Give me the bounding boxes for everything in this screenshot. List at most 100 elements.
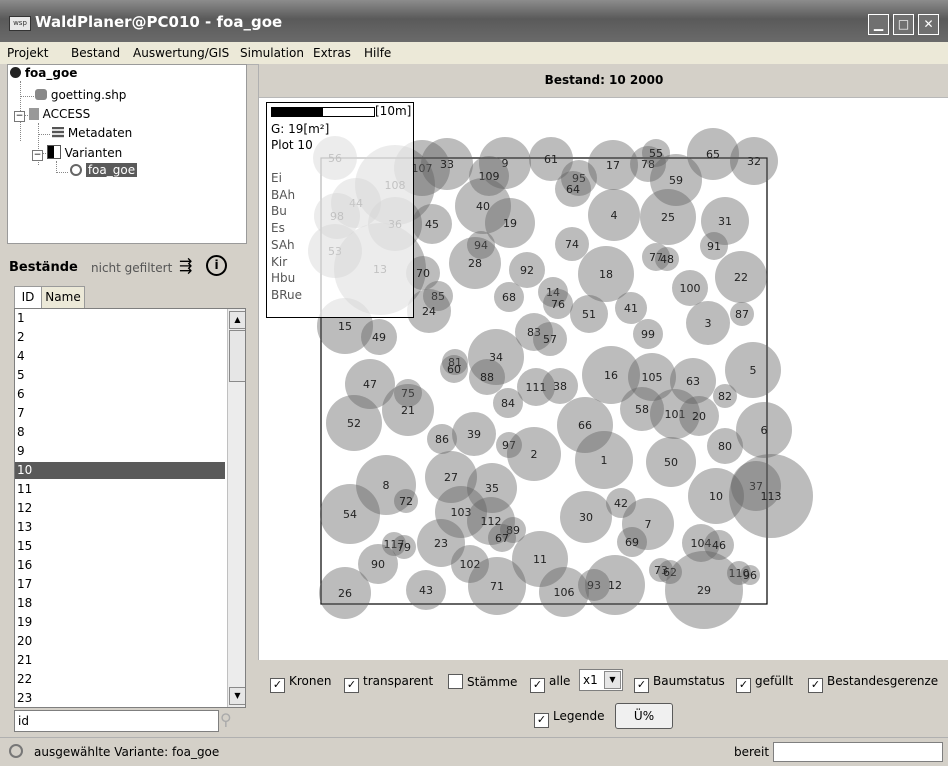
zoom-select[interactable]: x1 ▼ <box>579 669 623 691</box>
tab-name[interactable]: Name <box>41 286 85 308</box>
tree-label-90: 90 <box>371 558 385 571</box>
bestaende-title: Bestände <box>9 260 78 275</box>
tree-access[interactable]: − ACCESS <box>14 107 90 122</box>
list-item[interactable]: 20 <box>17 633 221 650</box>
tree-label-29: 29 <box>697 584 711 597</box>
tab-id[interactable]: ID <box>14 286 42 308</box>
list-item[interactable]: 6 <box>17 386 221 403</box>
list-item[interactable]: 5 <box>17 367 221 384</box>
staemme-checkbox[interactable]: Stämme <box>448 674 517 689</box>
tree-label-24: 24 <box>422 305 436 318</box>
list-item[interactable]: 19 <box>17 614 221 631</box>
menu-bestand[interactable]: Bestand <box>71 46 120 60</box>
bestandesgrenze-checkbox[interactable]: ✓ Bestandesgerenze <box>808 674 938 693</box>
menu-simulation[interactable]: Simulation <box>240 46 304 60</box>
tree-label-79: 79 <box>397 541 411 554</box>
baumstatus-checkbox[interactable]: ✓ Baumstatus <box>634 674 725 693</box>
tree-label-59: 59 <box>669 174 683 187</box>
tree-label-19: 19 <box>503 217 517 230</box>
list-item[interactable]: 7 <box>17 405 221 422</box>
tree-label-86: 86 <box>435 433 449 446</box>
search-icon[interactable]: ⚲ <box>220 710 232 729</box>
tree-label-60: 60 <box>447 363 461 376</box>
menu-auswertung[interactable]: Auswertung/GIS <box>133 46 229 60</box>
window-title: WaldPlaner@PC010 - foa_goe <box>35 13 283 31</box>
list-item[interactable]: 17 <box>17 576 221 593</box>
maximize-button[interactable]: □ <box>893 14 914 35</box>
scroll-thumb[interactable] <box>229 330 245 382</box>
list-item[interactable]: 10 <box>15 462 225 479</box>
status-variant: ausgewählte Variante: foa_goe <box>34 745 220 759</box>
list-item[interactable]: 23 <box>17 690 221 707</box>
list-item[interactable]: 2 <box>17 329 221 346</box>
list-item[interactable]: 16 <box>17 557 221 574</box>
tree-label-63: 63 <box>686 375 700 388</box>
info-icon[interactable]: i <box>206 255 227 276</box>
tree-varianten[interactable]: − Varianten <box>32 145 122 161</box>
species-legend-item: Bu <box>271 204 287 219</box>
tree-label-61: 61 <box>544 153 558 166</box>
tree-label-105: 105 <box>642 371 663 384</box>
tree-label-76: 76 <box>551 298 565 311</box>
menu-hilfe[interactable]: Hilfe <box>364 46 391 60</box>
list-item[interactable]: 12 <box>17 500 221 517</box>
plot-label: Plot 10 <box>271 138 313 152</box>
scroll-up-icon[interactable]: ▲ <box>229 311 245 329</box>
filter-icon[interactable]: ⇶ <box>179 256 192 275</box>
search-input[interactable]: id <box>14 710 219 732</box>
list-scrollbar[interactable]: ▲ ▼ <box>227 309 245 707</box>
menu-projekt[interactable]: Projekt <box>7 46 48 60</box>
bestaende-header: Bestände nicht gefiltert ⇶ i <box>7 252 245 282</box>
database-icon <box>28 108 39 120</box>
tree-label-71: 71 <box>490 580 504 593</box>
tree-label-18: 18 <box>599 268 613 281</box>
list-item[interactable]: 13 <box>17 519 221 536</box>
list-item[interactable]: 11 <box>17 481 221 498</box>
minimize-button[interactable]: ▁ <box>868 14 889 35</box>
check-icon: ✓ <box>634 678 649 693</box>
tree-label-50: 50 <box>664 456 678 469</box>
chevron-down-icon: ▼ <box>604 671 621 689</box>
gefuellt-checkbox[interactable]: ✓ gefüllt <box>736 674 793 693</box>
list-item[interactable]: 1 <box>17 310 221 327</box>
kronen-checkbox[interactable]: ✓ Kronen <box>270 674 331 693</box>
list-item[interactable]: 22 <box>17 671 221 688</box>
tree-root[interactable]: foa_goe <box>10 66 77 80</box>
tree-label-99: 99 <box>641 328 655 341</box>
tree-label-33: 33 <box>440 158 454 171</box>
shapefile-icon <box>35 89 47 100</box>
tree-label-32: 32 <box>747 155 761 168</box>
legende-checkbox[interactable]: ✓ Legende <box>534 709 604 728</box>
list-item[interactable]: 4 <box>17 348 221 365</box>
alle-checkbox[interactable]: ✓ alle <box>530 674 570 693</box>
tree-label-39: 39 <box>467 428 481 441</box>
tree-label-113: 113 <box>761 490 782 503</box>
list-item[interactable]: 8 <box>17 424 221 441</box>
transparent-checkbox[interactable]: ✓ transparent <box>344 674 433 693</box>
tree-label-40: 40 <box>476 200 490 213</box>
tree-shp[interactable]: goetting.shp <box>35 88 126 102</box>
species-legend-item: Ei <box>271 171 282 185</box>
tree-label-66: 66 <box>578 419 592 432</box>
tree-label-1: 1 <box>601 454 608 467</box>
tree-label-47: 47 <box>363 378 377 391</box>
list-item[interactable]: 18 <box>17 595 221 612</box>
close-button[interactable]: ✕ <box>918 14 939 35</box>
tree-label-57: 57 <box>543 333 557 346</box>
tree-label-15: 15 <box>338 320 352 333</box>
menu-extras[interactable]: Extras <box>313 46 351 60</box>
tree-metadaten[interactable]: Metadaten <box>52 126 132 140</box>
list-item[interactable]: 15 <box>17 538 221 555</box>
refresh-icon[interactable] <box>9 744 23 758</box>
tree-label-42: 42 <box>614 497 628 510</box>
species-legend-item: SAh <box>271 237 295 252</box>
list-item[interactable]: 21 <box>17 652 221 669</box>
tree-label-16: 16 <box>604 369 618 382</box>
tree-variant-foa-goe[interactable]: foa_goe <box>70 163 138 177</box>
scroll-down-icon[interactable]: ▼ <box>229 687 245 705</box>
tree-label-21: 21 <box>401 404 415 417</box>
list-item[interactable]: 9 <box>17 443 221 460</box>
tree-label-80: 80 <box>718 440 732 453</box>
globe-icon <box>10 67 21 78</box>
percent-button[interactable]: Ü% <box>615 703 673 729</box>
